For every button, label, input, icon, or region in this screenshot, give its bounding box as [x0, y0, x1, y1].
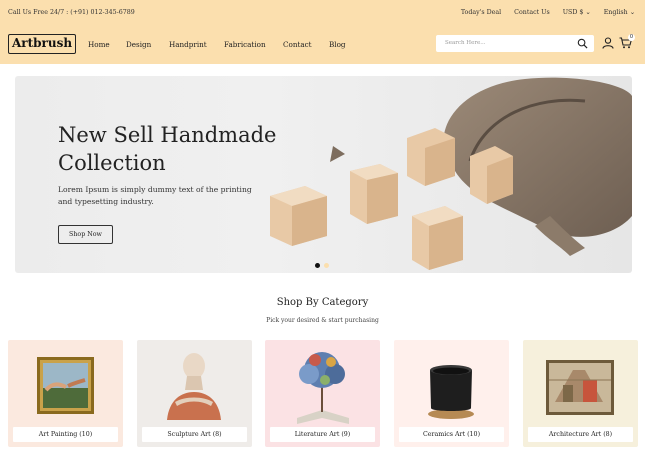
category-card-art-painting[interactable]: Art Painting (10): [8, 340, 123, 447]
hero-banner: New Sell Handmade Collection Lorem Ipsum…: [15, 76, 632, 273]
site-header: Call Us Free 24/7 : (+91) 012-345-6789 T…: [0, 0, 645, 64]
section-subtitle: Pick your desired & start purchasing: [266, 317, 379, 324]
slider-dots: [315, 263, 329, 268]
slider-dot[interactable]: [324, 263, 329, 268]
main-nav: Home Design Handprint Fabrication Contac…: [88, 40, 346, 49]
contact-us-link[interactable]: Contact Us: [514, 9, 550, 16]
category-card-architecture-art[interactable]: Architecture Art (8): [523, 340, 638, 447]
language-select[interactable]: English ⌄: [604, 9, 635, 16]
section-title: Shop By Category: [276, 297, 369, 308]
call-text: Call Us Free 24/7 : (+91) 012-345-6789: [8, 9, 135, 16]
todays-deal-link[interactable]: Today's Deal: [461, 9, 501, 16]
search-placeholder: Search Here...: [445, 40, 486, 46]
category-card-sculpture-art[interactable]: Sculpture Art (8): [137, 340, 252, 447]
search-icon[interactable]: [577, 38, 588, 49]
hero-title: New Sell Handmade Collection: [58, 123, 277, 175]
nav-item-home[interactable]: Home: [88, 40, 126, 49]
user-icon[interactable]: [602, 37, 614, 49]
category-label: Sculpture Art (8): [142, 427, 247, 442]
shop-now-button[interactable]: Shop Now: [58, 225, 113, 244]
slider-dot-active[interactable]: [315, 263, 320, 268]
category-label: Literature Art (9): [270, 427, 375, 442]
chevron-down-icon: ⌄: [585, 9, 591, 16]
logo[interactable]: Artbrush: [8, 34, 76, 54]
nav-item-blog[interactable]: Blog: [329, 40, 346, 49]
currency-select[interactable]: USD $ ⌄: [563, 9, 591, 16]
nav-item-fabrication[interactable]: Fabrication: [224, 40, 283, 49]
hero-text: Lorem Ipsum is simply dummy text of the …: [58, 185, 252, 206]
category-card-ceramics-art[interactable]: Ceramics Art (10): [394, 340, 509, 447]
category-card-literature-art[interactable]: Literature Art (9): [265, 340, 380, 447]
nav-item-design[interactable]: Design: [126, 40, 169, 49]
nav-item-handprint[interactable]: Handprint: [169, 40, 224, 49]
nav-item-contact[interactable]: Contact: [283, 40, 329, 49]
search-input[interactable]: Search Here...: [436, 35, 594, 52]
category-label: Art Painting (10): [13, 427, 118, 442]
category-label: Ceramics Art (10): [399, 427, 504, 442]
chevron-down-icon: ⌄: [629, 9, 635, 16]
top-bar: Call Us Free 24/7 : (+91) 012-345-6789 T…: [8, 9, 635, 19]
category-label: Architecture Art (8): [528, 427, 633, 442]
cart-count-badge: 0: [628, 34, 635, 41]
